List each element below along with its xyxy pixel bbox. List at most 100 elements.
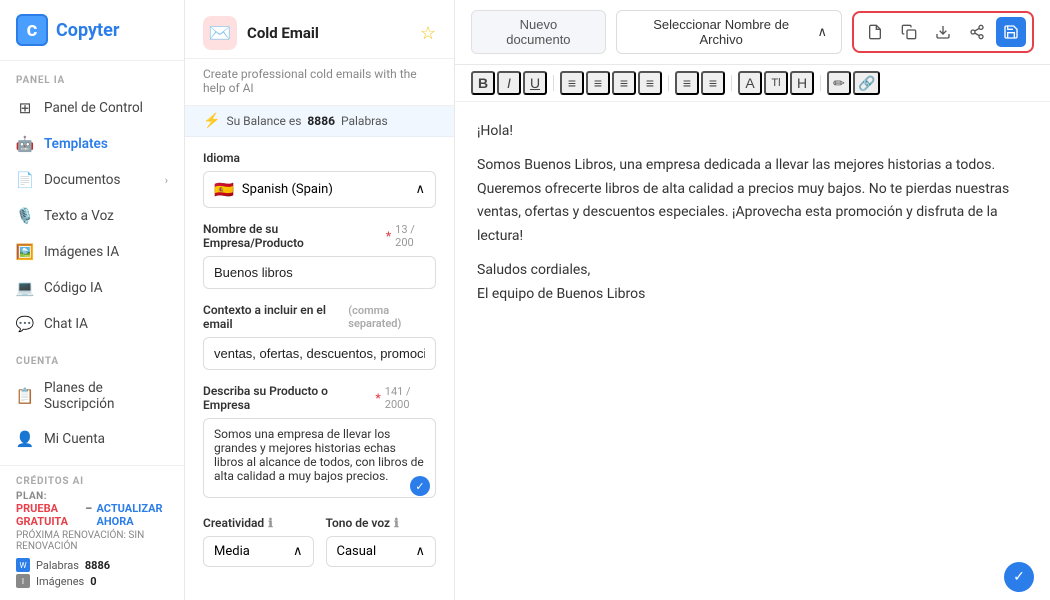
sidebar-item-texto-a-voz[interactable]: 🎙️ Texto a Voz xyxy=(0,198,184,234)
tono-select[interactable]: Casual ∧ xyxy=(326,536,437,567)
download-button[interactable] xyxy=(928,17,958,47)
idioma-field-group: Idioma 🇪🇸 Spanish (Spain) ∧ xyxy=(203,151,436,208)
format-bar: B I U ≡ ≡ ≡ ≡ ≡ ≡ A Tl H ✏ 🔗 xyxy=(455,65,1050,102)
align-right-button[interactable]: ≡ xyxy=(612,71,636,95)
align-center-button[interactable]: ≡ xyxy=(586,71,610,95)
sidebar: C Copyter PANEL IA ⊞ Panel de Control 🤖 … xyxy=(0,0,185,600)
describe-confirm-button[interactable]: ✓ xyxy=(410,476,430,496)
select-filename-button[interactable]: Seleccionar Nombre de Archivo ∧ xyxy=(616,10,842,54)
editor-done-row: ✓ xyxy=(455,554,1050,600)
creatividad-info-icon[interactable]: ℹ xyxy=(268,516,273,530)
font-color-button[interactable]: A xyxy=(738,71,762,95)
select-filename-label: Seleccionar Nombre de Archivo xyxy=(631,17,812,47)
editor-topbar: Nuevo documento Seleccionar Nombre de Ar… xyxy=(455,0,1050,65)
form-description: Create professional cold emails with the… xyxy=(185,59,454,106)
balance-bar: ⚡ Su Balance es 8886 Palabras xyxy=(185,106,454,137)
pen-button[interactable]: ✏ xyxy=(827,71,851,95)
sidebar-item-chat-ia[interactable]: 💬 Chat IA xyxy=(0,306,184,342)
account-icon: 👤 xyxy=(16,430,34,448)
list-button[interactable]: ≡ xyxy=(675,71,699,95)
tono-info-icon[interactable]: ℹ xyxy=(394,516,399,530)
editor-panel: Nuevo documento Seleccionar Nombre de Ar… xyxy=(455,0,1050,600)
describe-count: 141 / 2000 xyxy=(385,385,436,411)
done-check-button[interactable]: ✓ xyxy=(1004,562,1034,592)
credits-imagenes-label: Imágenes xyxy=(36,575,84,588)
file-toolbar xyxy=(852,11,1034,53)
logo-icon: C xyxy=(16,14,48,46)
editor-greeting: ¡Hola! xyxy=(477,120,1028,144)
creatividad-select[interactable]: Media ∧ xyxy=(203,536,314,567)
plan-links: PRUEBA GRATUITA – ACTUALIZAR AHORA xyxy=(16,502,168,528)
describe-label: Describa su Producto o Empresa * 141 / 2… xyxy=(203,384,436,412)
sidebar-label-mi-cuenta: Mi Cuenta xyxy=(44,431,105,447)
image-icon: 🖼️ xyxy=(16,243,34,261)
lightning-icon: ⚡ xyxy=(203,113,220,129)
italic-button[interactable]: I xyxy=(497,71,521,95)
sidebar-item-planes[interactable]: 📋 Planes de Suscripción xyxy=(0,371,184,421)
contexto-input[interactable] xyxy=(203,337,436,370)
new-document-button[interactable]: Nuevo documento xyxy=(471,10,606,54)
logo[interactable]: C Copyter xyxy=(0,0,184,61)
chevron-up-icon: ∧ xyxy=(817,24,827,40)
describe-textarea[interactable]: Somos una empresa de llevar los grandes … xyxy=(203,418,436,498)
nombre-required: * xyxy=(386,229,391,243)
credits-palabras-value: 8886 xyxy=(85,559,110,572)
ordered-list-button[interactable]: ≡ xyxy=(701,71,725,95)
plan-upgrade-link[interactable]: ACTUALIZAR AHORA xyxy=(97,502,168,528)
contexto-field-group: Contexto a incluir en el email (comma se… xyxy=(203,303,436,370)
text-size-button[interactable]: Tl xyxy=(764,71,788,95)
editor-salutation: Saludos cordiales,El equipo de Buenos Li… xyxy=(477,259,1028,307)
align-left-button[interactable]: ≡ xyxy=(560,71,584,95)
email-template-icon: ✉️ xyxy=(209,23,231,44)
separator-4 xyxy=(820,75,821,91)
lang-name: Spanish (Spain) xyxy=(242,182,333,197)
nombre-input[interactable] xyxy=(203,256,436,289)
share-button[interactable] xyxy=(962,17,992,47)
credits-imagenes-icon: I xyxy=(16,574,30,588)
tono-chevron-icon: ∧ xyxy=(415,544,425,559)
favorite-star-button[interactable]: ☆ xyxy=(420,23,436,44)
save-button[interactable] xyxy=(996,17,1026,47)
main-content: ✉️ Cold Email ☆ Create professional cold… xyxy=(185,0,1050,600)
separator-2 xyxy=(668,75,669,91)
balance-label: Su Balance es xyxy=(226,114,301,128)
sidebar-item-panel-control[interactable]: ⊞ Panel de Control xyxy=(0,90,184,126)
separator-3 xyxy=(731,75,732,91)
creatividad-field: Creatividad ℹ Media ∧ xyxy=(203,516,314,567)
plan-free-link[interactable]: PRUEBA GRATUITA xyxy=(16,502,81,528)
creatividad-chevron-icon: ∧ xyxy=(293,544,303,559)
credits-palabras-icon: W xyxy=(16,558,30,572)
sidebar-item-documentos[interactable]: 📄 Documentos › xyxy=(0,162,184,198)
align-justify-button[interactable]: ≡ xyxy=(638,71,662,95)
credits-section: CRÉDITOS AI PLAN: PRUEBA GRATUITA – ACTU… xyxy=(0,465,184,600)
balance-words: 8886 xyxy=(307,114,335,128)
form-panel: ✉️ Cold Email ☆ Create professional cold… xyxy=(185,0,455,600)
bottom-fields-row: Creatividad ℹ Media ∧ Tono de voz ℹ Casu… xyxy=(203,516,436,567)
new-file-button[interactable] xyxy=(860,17,890,47)
nombre-count: 13 / 200 xyxy=(395,223,436,249)
editor-content-area[interactable]: ¡Hola! Somos Buenos Libros, una empresa … xyxy=(455,102,1050,554)
bold-button[interactable]: B xyxy=(471,71,495,95)
describe-textarea-wrap: Somos una empresa de llevar los grandes … xyxy=(203,418,436,502)
describe-field-group: Describa su Producto o Empresa * 141 / 2… xyxy=(203,384,436,502)
cuenta-label: CUENTA xyxy=(0,342,184,371)
plan-label: PLAN: xyxy=(16,491,168,502)
chevron-right-icon: › xyxy=(165,174,168,187)
underline-button[interactable]: U xyxy=(523,71,547,95)
nombre-label: Nombre de su Empresa/Producto * 13 / 200 xyxy=(203,222,436,250)
template-icon-box: ✉️ xyxy=(203,16,237,50)
lang-flag: 🇪🇸 xyxy=(214,180,234,199)
copy-button[interactable] xyxy=(894,17,924,47)
idioma-label: Idioma xyxy=(203,151,436,165)
voice-icon: 🎙️ xyxy=(16,207,34,225)
sidebar-item-codigo-ia[interactable]: 💻 Código IA xyxy=(0,270,184,306)
language-select[interactable]: 🇪🇸 Spanish (Spain) ∧ xyxy=(203,171,436,208)
sidebar-item-templates[interactable]: 🤖 Templates xyxy=(0,126,184,162)
heading-button[interactable]: H xyxy=(790,71,814,95)
contexto-label: Contexto a incluir en el email (comma se… xyxy=(203,303,436,331)
form-body: Idioma 🇪🇸 Spanish (Spain) ∧ Nombre de su… xyxy=(185,137,454,581)
sidebar-label-texto-a-voz: Texto a Voz xyxy=(44,208,114,224)
sidebar-item-imagenes-ia[interactable]: 🖼️ Imágenes IA xyxy=(0,234,184,270)
sidebar-item-mi-cuenta[interactable]: 👤 Mi Cuenta xyxy=(0,421,184,457)
link-button[interactable]: 🔗 xyxy=(853,71,880,95)
